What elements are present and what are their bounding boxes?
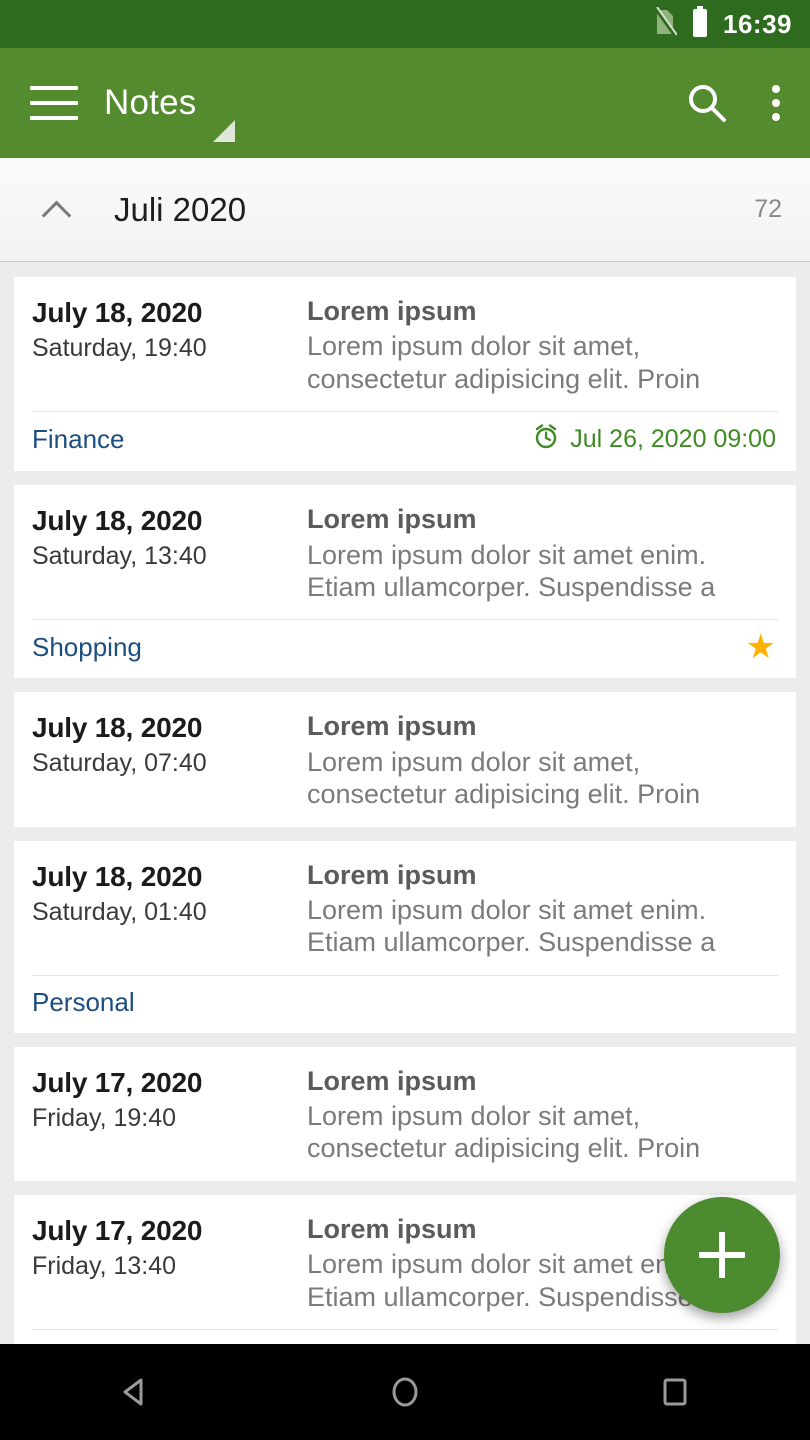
- toolbar-actions: [686, 82, 790, 124]
- note-footer-right: Jul 26, 2020 09:00: [532, 422, 776, 457]
- add-note-fab[interactable]: [664, 1197, 780, 1313]
- note-date: July 18, 2020: [32, 712, 203, 744]
- note-preview: Lorem ipsum dolor sit amet, consectetur a…: [307, 746, 776, 811]
- note-date-block: July 18, 2020 Saturday, 19:40: [32, 295, 307, 395]
- note-text-block: Lorem ipsum Lorem ipsum dolor sit amet, co…: [307, 295, 776, 395]
- note-card-footer: Shopping ★: [32, 619, 778, 678]
- month-note-count: 72: [754, 195, 782, 223]
- month-label: Juli 2020: [114, 190, 247, 228]
- note-date: July 18, 2020: [32, 297, 203, 328]
- note-date: July 17, 2020: [32, 1066, 203, 1098]
- note-preview: Lorem ipsum dolor sit amet, consectetur a…: [307, 1100, 776, 1165]
- note-category[interactable]: Finance: [32, 424, 125, 455]
- note-title: Lorem ipsum: [307, 296, 477, 326]
- back-triangle-icon[interactable]: [80, 1344, 190, 1440]
- note-text-block: Lorem ipsum Lorem ipsum dolor sit amet, co…: [307, 710, 776, 810]
- page-title: Notes: [104, 83, 197, 122]
- note-preview-line: Etiam ullamcorper. Suspendisse a: [307, 571, 716, 602]
- note-text-block: Lorem ipsum Lorem ipsum dolor sit amet, co…: [307, 1065, 776, 1165]
- note-card[interactable]: July 17, 2020 Friday, 19:40 Lorem ipsum Lor…: [14, 1046, 796, 1181]
- note-card-footer: Finance Jul 26, 2020 09:00: [32, 411, 778, 471]
- note-reminder[interactable]: Jul 26, 2020 09:00: [532, 422, 776, 457]
- note-date: July 18, 2020: [32, 860, 203, 892]
- note-preview-line: Lorem ipsum dolor sit amet,: [307, 746, 641, 777]
- note-preview-line: Lorem ipsum dolor sit amet enim.: [307, 894, 707, 925]
- note-day-time: Friday, 13:40: [32, 1251, 177, 1280]
- note-card-footer: Health★: [32, 1329, 778, 1344]
- note-category[interactable]: Personal: [32, 987, 135, 1018]
- note-date-block: July 18, 2020 Saturday, 07:40: [32, 710, 307, 810]
- no-sim-icon: [653, 5, 678, 42]
- note-text-block: Lorem ipsum Lorem ipsum dolor sit amet en…: [307, 859, 776, 959]
- note-preview-line: Etiam ullamcorper. Suspendisse a: [307, 927, 716, 958]
- note-date: July 18, 2020: [32, 505, 203, 537]
- note-title: Lorem ipsum: [307, 711, 477, 742]
- title-dropdown-caret-icon[interactable]: [213, 120, 235, 142]
- recents-square-icon[interactable]: [620, 1344, 730, 1440]
- note-preview: Lorem ipsum dolor sit amet enim. Etiam ul…: [307, 539, 776, 604]
- note-card[interactable]: July 18, 2020 Saturday, 13:40 Lorem ipsum L…: [14, 485, 796, 679]
- status-bar-icons: [653, 5, 709, 43]
- note-card-footer: Personal: [32, 974, 778, 1033]
- alarm-clock-icon: [532, 422, 560, 457]
- note-category[interactable]: Shopping: [32, 632, 142, 663]
- note-preview-line: Lorem ipsum dolor sit amet enim.: [307, 539, 707, 570]
- note-card-body: July 18, 2020 Saturday, 13:40 Lorem ipsum L…: [14, 485, 796, 619]
- hamburger-menu-icon[interactable]: [30, 86, 78, 120]
- note-day-time: Saturday, 19:40: [32, 334, 207, 362]
- phone-screen: 16:39 Notes Juli 2020 72 July 18, 2020 Sa…: [0, 0, 810, 1440]
- note-preview-line: Lorem ipsum dolor sit amet,: [307, 1101, 641, 1132]
- note-footer-right: ★: [746, 630, 776, 664]
- note-day-time: Saturday, 13:40: [32, 542, 207, 571]
- chevron-up-icon[interactable]: [40, 193, 74, 227]
- note-preview-line: consectetur adipisicing elit. Proin: [307, 1133, 701, 1164]
- note-card-body: July 18, 2020 Saturday, 07:40 Lorem ipsum L…: [14, 692, 796, 826]
- android-nav-bar: [0, 1344, 810, 1440]
- note-date-block: July 17, 2020 Friday, 19:40: [32, 1065, 307, 1165]
- note-card-body: July 18, 2020 Saturday, 19:40 Lorem ipsum L…: [14, 277, 796, 411]
- note-date: July 17, 2020: [32, 1214, 203, 1246]
- home-circle-icon[interactable]: [350, 1344, 460, 1440]
- note-preview-line: consectetur adipisicing elit. Proin: [307, 779, 701, 810]
- note-reminder-text: Jul 26, 2020 09:00: [570, 425, 776, 454]
- note-day-time: Saturday, 07:40: [32, 749, 207, 778]
- battery-full-icon: [691, 5, 709, 43]
- search-icon[interactable]: [686, 82, 728, 124]
- note-card[interactable]: July 18, 2020 Saturday, 07:40 Lorem ipsum L…: [14, 692, 796, 827]
- note-card[interactable]: July 18, 2020 Saturday, 19:40 Lorem ipsum L…: [14, 277, 796, 472]
- note-preview: Lorem ipsum dolor sit amet, consectetur a…: [307, 330, 776, 395]
- note-title: Lorem ipsum: [307, 859, 477, 890]
- note-date-block: July 18, 2020 Saturday, 01:40: [32, 859, 307, 959]
- favorite-star-icon[interactable]: ★: [746, 630, 776, 664]
- note-text-block: Lorem ipsum Lorem ipsum dolor sit amet en…: [307, 503, 776, 603]
- plus-icon: [699, 1232, 745, 1278]
- status-bar: 16:39: [0, 0, 810, 48]
- note-card-body: July 18, 2020 Saturday, 01:40 Lorem ipsum L…: [14, 841, 796, 975]
- note-title: Lorem ipsum: [307, 1065, 477, 1096]
- note-card[interactable]: July 18, 2020 Saturday, 01:40 Lorem ipsum L…: [14, 840, 796, 1033]
- status-bar-clock: 16:39: [723, 9, 792, 39]
- note-preview: Lorem ipsum dolor sit amet enim. Etiam ul…: [307, 894, 776, 959]
- note-day-time: Saturday, 01:40: [32, 897, 207, 926]
- overflow-menu-icon[interactable]: [772, 85, 780, 121]
- note-date-block: July 18, 2020 Saturday, 13:40: [32, 503, 307, 603]
- note-date-block: July 17, 2020 Friday, 13:40: [32, 1213, 307, 1313]
- app-toolbar: Notes: [0, 48, 810, 158]
- note-list[interactable]: July 18, 2020 Saturday, 19:40 Lorem ipsum L…: [0, 262, 810, 1344]
- note-day-time: Friday, 19:40: [32, 1103, 177, 1132]
- month-group-header[interactable]: Juli 2020 72: [0, 158, 810, 262]
- note-title: Lorem ipsum: [307, 504, 477, 535]
- note-preview-line: Lorem ipsum dolor sit amet,: [307, 331, 641, 362]
- note-card-body: July 17, 2020 Friday, 19:40 Lorem ipsum Lor…: [14, 1047, 796, 1181]
- note-preview-line: consectetur adipisicing elit. Proin: [307, 363, 701, 394]
